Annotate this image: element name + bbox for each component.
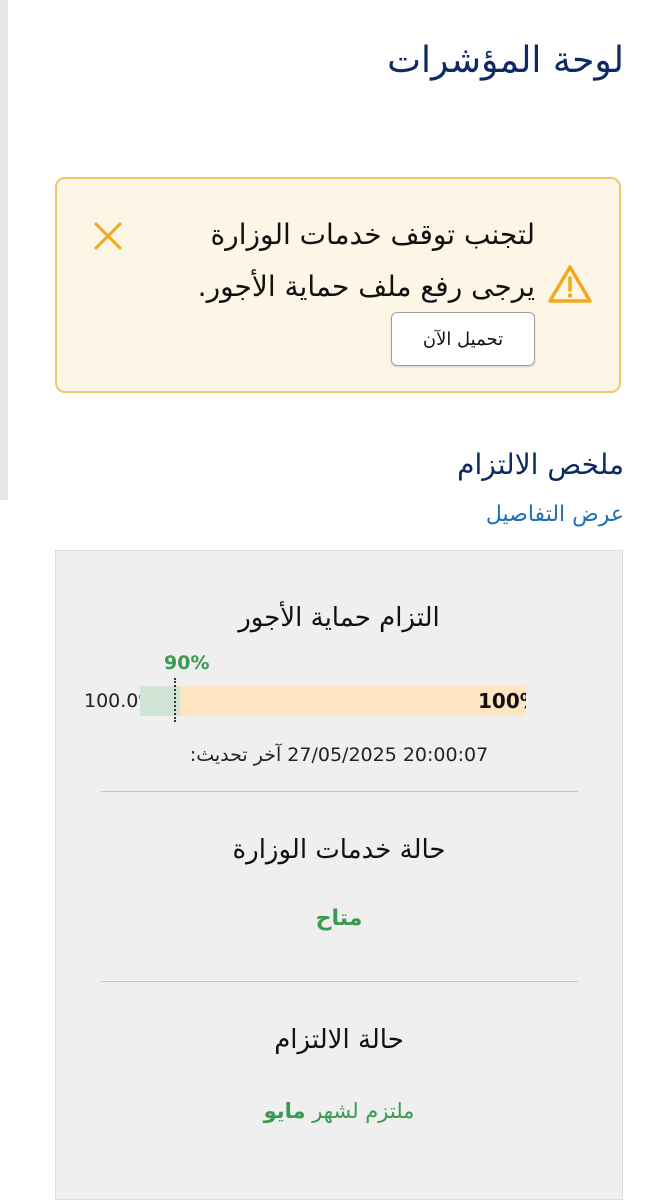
last-update-value: 27/05/2025 20:00:07 xyxy=(287,744,489,766)
warning-triangle-icon xyxy=(547,263,593,305)
target-marker xyxy=(174,678,176,722)
compliance-summary-card: التزام حماية الأجور 90% 100.0% 100% آخر … xyxy=(55,550,623,1200)
compliance-summary-title: ملخص الالتزام xyxy=(457,448,624,481)
divider xyxy=(101,791,578,792)
target-percent-label: 90% xyxy=(164,652,210,674)
progress-bar-track: 100% xyxy=(140,678,526,722)
scrollbar-track[interactable] xyxy=(0,0,8,500)
wage-protection-title: التزام حماية الأجور xyxy=(238,603,440,633)
compliance-month-name: مايو xyxy=(263,1099,306,1123)
last-update-label: آخر تحديث: xyxy=(189,744,282,766)
ministry-services-status: متاح xyxy=(315,906,363,931)
page-title: لوحة المؤشرات xyxy=(387,40,624,81)
compliance-month-prefix: ملتزم لشهر xyxy=(312,1099,415,1123)
ministry-services-title: حالة خدمات الوزارة xyxy=(232,835,446,865)
progress-bar-inner-label: 100% xyxy=(478,689,526,713)
alert-message-line-2: يرجى رفع ملف حماية الأجور. xyxy=(197,270,535,303)
wage-protection-progress: 90% 100.0% 100% xyxy=(56,646,624,726)
compliance-month-status: ملتزم لشهر مايو xyxy=(56,1099,622,1123)
alert-message: لتجنب توقف خدمات الوزارة يرجى رفع ملف حم… xyxy=(135,209,535,313)
close-icon[interactable] xyxy=(91,219,125,253)
last-update: آخر تحديث: 27/05/2025 20:00:07 xyxy=(56,744,622,766)
compliance-status-title: حالة الالتزام xyxy=(274,1025,404,1055)
download-now-button[interactable]: تحميل الآن xyxy=(391,312,535,366)
view-details-link[interactable]: عرض التفاصيل xyxy=(486,502,624,527)
upload-warning-alert: لتجنب توقف خدمات الوزارة يرجى رفع ملف حم… xyxy=(55,177,621,393)
divider xyxy=(101,981,578,982)
alert-message-line-1: لتجنب توقف خدمات الوزارة xyxy=(210,218,536,251)
